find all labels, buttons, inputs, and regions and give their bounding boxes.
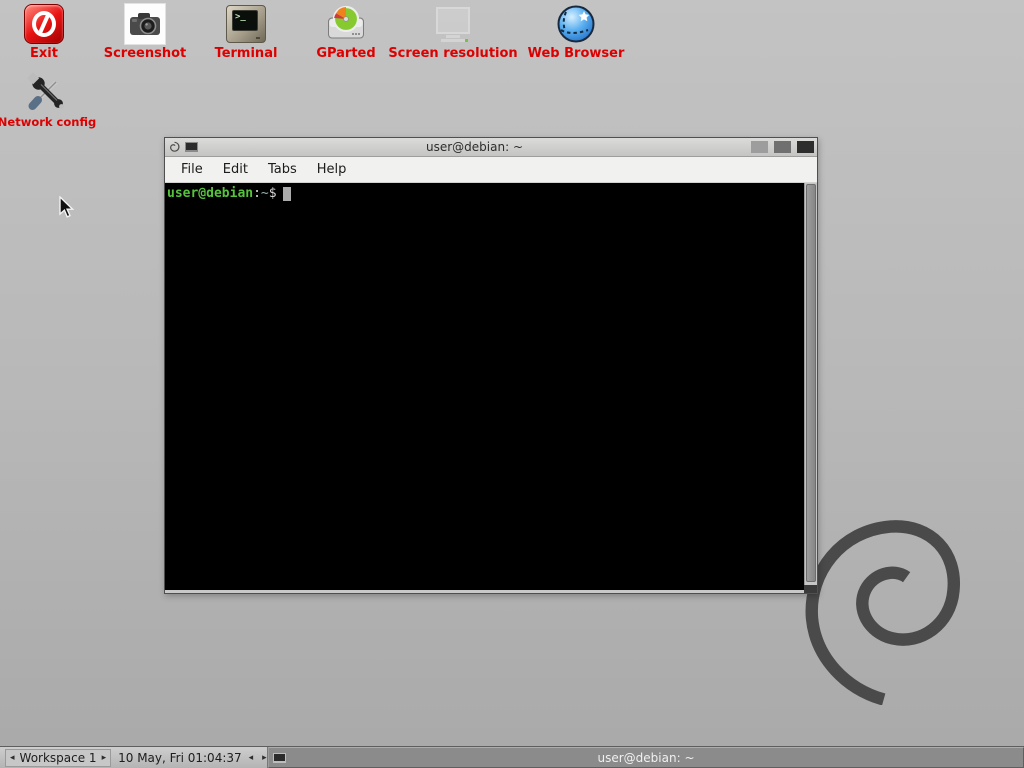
gparted-disk-icon (324, 2, 368, 46)
desktop-icon-exit[interactable]: Exit (12, 2, 76, 61)
window-resize-grip[interactable] (804, 585, 817, 593)
close-button[interactable] (797, 141, 814, 153)
scrollbar-thumb[interactable] (806, 184, 816, 582)
workspace-next-arrow-icon[interactable]: ▸ (102, 753, 107, 763)
desktop-icon-label: Terminal (215, 47, 278, 61)
desktop-icon-screenshot[interactable]: Screenshot (100, 2, 190, 61)
task-button-terminal[interactable]: user@debian: ~ (268, 747, 1024, 768)
prompt-user-host: user@debian (167, 186, 253, 201)
nav-prev-arrow-icon[interactable]: ◂ (249, 753, 254, 763)
desktop-icon-network-config[interactable]: Network config (0, 70, 94, 129)
web-browser-globe-icon (554, 2, 598, 46)
desktop-icon-terminal[interactable]: >_ Terminal (206, 2, 286, 61)
desktop-icon-gparted[interactable]: GParted (310, 2, 382, 61)
menu-edit[interactable]: Edit (213, 159, 258, 180)
taskbar-nav: ◂ ▸ (249, 753, 267, 763)
prompt-separator: : (253, 186, 261, 201)
terminal-window: user@debian: ~ File Edit Tabs Help user@… (164, 137, 818, 594)
desktop-icon-label: Screenshot (104, 47, 187, 61)
terminal-scrollbar[interactable] (804, 183, 817, 590)
window-menu-swirl-icon[interactable] (168, 141, 181, 154)
maximize-button[interactable] (774, 141, 791, 153)
window-terminal-icon (185, 142, 198, 152)
desktop-icon-label: Network config (0, 115, 96, 129)
prompt-symbol: $ (269, 186, 277, 201)
menu-help[interactable]: Help (307, 159, 357, 180)
menu-tabs[interactable]: Tabs (258, 159, 307, 180)
crt-terminal-icon: >_ (224, 2, 268, 46)
window-titlebar[interactable]: user@debian: ~ (165, 138, 817, 157)
screen-resolution-icon (431, 2, 475, 46)
power-icon (22, 2, 66, 46)
prompt-path: ~ (261, 186, 269, 201)
terminal-body: user@debian:~$ (165, 183, 817, 593)
desktop-icon-web-browser[interactable]: Web Browser (520, 2, 632, 61)
menu-file[interactable]: File (171, 159, 213, 180)
workspace-prev-arrow-icon[interactable]: ◂ (10, 753, 15, 763)
taskbar-left-panel: ◂ Workspace 1 ▸ 10 May, Fri 01:04:37 ◂ ▸ (0, 747, 268, 768)
mouse-cursor (58, 196, 78, 220)
clock: 10 May, Fri 01:04:37 (118, 751, 242, 765)
task-label: user@debian: ~ (269, 751, 1023, 765)
workspace-label: Workspace 1 (20, 751, 97, 765)
workspace-pager[interactable]: ◂ Workspace 1 ▸ (5, 749, 111, 767)
nav-next-arrow-icon[interactable]: ▸ (262, 753, 267, 763)
taskbar: ◂ Workspace 1 ▸ 10 May, Fri 01:04:37 ◂ ▸… (0, 746, 1024, 768)
desktop-icon-label: GParted (316, 47, 375, 61)
window-title: user@debian: ~ (202, 139, 747, 156)
camera-icon (123, 2, 167, 46)
terminal-cursor (283, 187, 291, 201)
network-tools-icon (25, 70, 69, 114)
desktop-icon-label: Web Browser (528, 47, 625, 61)
terminal-screen[interactable]: user@debian:~$ (165, 183, 804, 590)
minimize-button[interactable] (751, 141, 768, 153)
desktop-icon-label: Exit (30, 47, 58, 61)
terminal-menubar: File Edit Tabs Help (165, 157, 817, 183)
desktop-icon-label: Screen resolution (388, 47, 517, 61)
desktop-icon-screen-resolution[interactable]: Screen resolution (386, 2, 520, 61)
